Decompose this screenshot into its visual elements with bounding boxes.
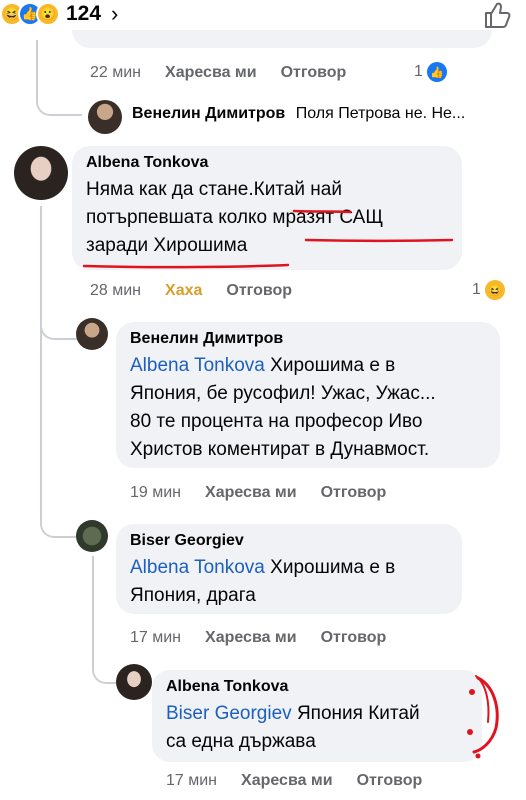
comment-line: Япония, драга [130, 585, 256, 606]
reply-preview: Поля Петрова не. Не... [295, 105, 466, 122]
avatar[interactable] [88, 100, 122, 134]
comment-actions: 17 мин Харесва ми Отговор [166, 770, 506, 792]
like-icon: 👍 [426, 62, 447, 82]
thread-connector [36, 40, 82, 116]
comment-time: 17 мин [130, 629, 182, 646]
avatar[interactable] [76, 520, 108, 552]
chevron-right-icon: › [111, 1, 119, 26]
comment-author[interactable]: Венелин Димитров [130, 330, 486, 348]
comment-line: 80 те процента на професор Иво [130, 411, 423, 432]
like-action[interactable]: Харесва ми [241, 772, 333, 790]
reaction-count: 124 [66, 2, 102, 25]
thread-line [40, 206, 42, 506]
thread-connector [92, 650, 116, 684]
comment-line: са една държава [166, 731, 316, 752]
collapsed-reply[interactable]: Венелин Димитров Поля Петрова не. Не... [132, 105, 465, 123]
reply-bubble: Венелин Димитров Albena Tonkova Хирошима… [116, 322, 500, 468]
reply-action[interactable]: Отговор [321, 484, 387, 502]
like-action[interactable]: Харесва ми [205, 484, 297, 502]
reply-author: Венелин Димитров [132, 105, 286, 122]
comment-reaction-count: 1 [472, 281, 481, 298]
comment-time: 22 мин [90, 64, 142, 81]
comment-line: Biser Georgiev Япония Китай [166, 703, 420, 724]
comment-actions: 28 мин Хаха Отговор [90, 280, 410, 302]
mention-link[interactable]: Albena Tonkova [130, 355, 265, 376]
comment-line: Христов коментират в Дунавмост. [130, 439, 430, 460]
reply-action[interactable]: Отговор [226, 282, 292, 300]
reply-action[interactable]: Отговор [357, 772, 423, 790]
thumbs-up-outline-icon[interactable] [482, 0, 512, 30]
red-underline-annotation [82, 209, 454, 269]
haha-icon: 😆 [484, 280, 505, 300]
mention-link[interactable]: Biser Georgiev [166, 703, 292, 724]
comment-author[interactable]: Albena Tonkova [86, 154, 448, 172]
reactions-summary[interactable]: 😆 👍 😮 124 › [0, 0, 118, 28]
comment-line: Albena Tonkova Хирошима е в [130, 557, 396, 578]
comment-reactions[interactable]: 1 👍 [414, 62, 447, 82]
comment-time: 28 мин [90, 282, 142, 299]
comment-actions: 17 мин Харесва ми Отговор [130, 627, 470, 649]
red-bracket-annotation [467, 675, 499, 759]
reply-bubble: Albena Tonkova Biser Georgiev Япония Кит… [152, 670, 482, 762]
comment-line: Япония, бе русофил! Ужас, Ужас... [130, 383, 436, 404]
previous-bubble-tail [72, 30, 492, 48]
comment-actions: 19 мин Харесва ми Отговор [130, 482, 470, 504]
haha-action[interactable]: Хаха [165, 282, 202, 300]
comment-reaction-count: 1 [414, 63, 423, 80]
mention-link[interactable]: Albena Tonkova [130, 557, 265, 578]
reply-action[interactable]: Отговор [281, 64, 347, 82]
avatar[interactable] [76, 318, 108, 350]
wow-icon: 😮 [36, 2, 60, 26]
like-action[interactable]: Харесва ми [205, 629, 297, 647]
reply-bubble: Biser Georgiev Albena Tonkova Хирошима е… [116, 524, 462, 614]
avatar[interactable] [14, 146, 68, 200]
comment-author[interactable]: Albena Tonkova [166, 678, 468, 696]
thread-connector [40, 300, 80, 340]
like-action[interactable]: Харесва ми [165, 64, 257, 82]
avatar[interactable] [116, 664, 152, 700]
comment-reactions[interactable]: 1 😆 [472, 280, 505, 300]
comment-time: 17 мин [166, 772, 218, 789]
thread-connector [40, 506, 80, 538]
comment-author[interactable]: Biser Georgiev [130, 532, 448, 550]
comment-line: Albena Tonkova Хирошима е в [130, 355, 396, 376]
reply-action[interactable]: Отговор [321, 629, 387, 647]
comment-time: 19 мин [130, 484, 182, 501]
